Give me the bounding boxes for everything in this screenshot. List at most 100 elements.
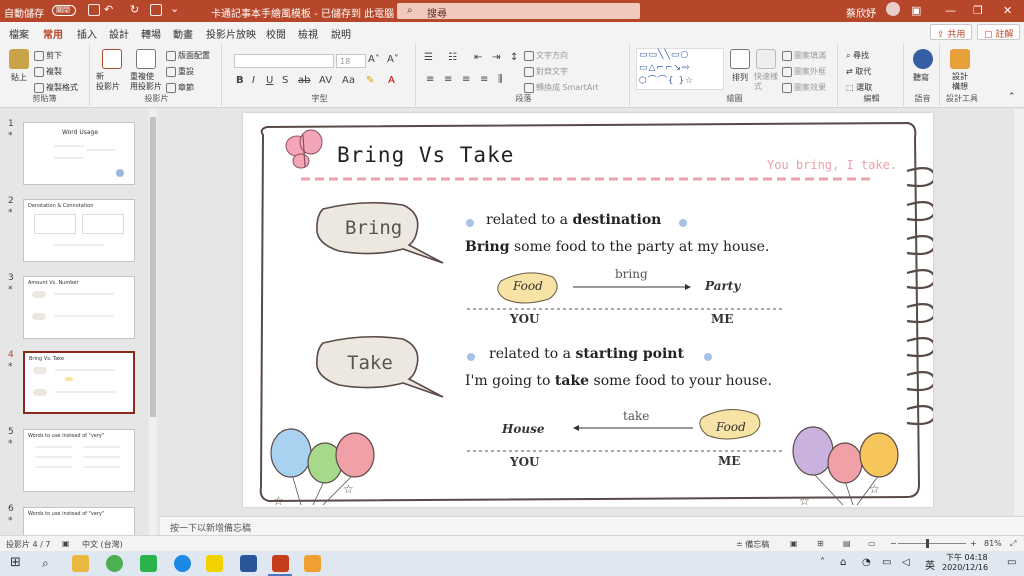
kakaotalk-icon[interactable] (206, 555, 223, 572)
tab-file[interactable]: 檔案 (9, 26, 29, 41)
file-explorer-icon[interactable] (72, 555, 89, 572)
battery-icon[interactable]: ▭ (882, 557, 891, 568)
tab-help[interactable]: 說明 (331, 26, 351, 41)
numbering-icon[interactable]: ☷ (448, 52, 457, 63)
paste-button[interactable]: 貼上 (11, 72, 27, 83)
autosave-toggle[interactable]: 關閉 (52, 5, 76, 16)
find-button[interactable]: ⌕ 尋找 (846, 50, 869, 61)
zoom-slider-thumb[interactable] (926, 539, 929, 548)
share-button[interactable]: ⇪ 共用 (930, 24, 973, 40)
thumbnail-slide-3[interactable]: Amount Vs. Number (23, 276, 135, 339)
reuse-slides-button[interactable]: 重複使 用投影片 (130, 72, 162, 92)
user-name[interactable]: 蔡欣妤 (846, 5, 876, 20)
windows-start-icon[interactable]: ⊞ (10, 555, 21, 570)
thumbnail-scrollbar[interactable] (149, 109, 157, 535)
char-spacing-icon[interactable]: AV (319, 75, 332, 86)
arrange-icon[interactable] (730, 49, 750, 69)
fit-slide-icon[interactable]: ⤢ (1010, 539, 1016, 549)
bring-point[interactable]: related to a destination (486, 212, 661, 228)
section-button[interactable]: 章節 (166, 82, 194, 93)
font-name-box[interactable] (234, 54, 334, 68)
network-icon[interactable]: ⌂ (840, 557, 846, 568)
reset-button[interactable]: 重設 (166, 66, 194, 77)
notification-icon[interactable]: ▭ (1007, 557, 1016, 568)
ime-indicator[interactable]: 英 (925, 557, 935, 572)
thumbnail-slide-1[interactable]: Word Usage (23, 122, 135, 185)
comments-button[interactable]: ▢ 註解 (977, 24, 1021, 40)
bring-sentence[interactable]: Bring some food to the party at my house… (465, 239, 769, 255)
edge-icon[interactable] (174, 555, 191, 572)
redo-icon[interactable]: ↻ (130, 3, 139, 16)
strikethrough-icon[interactable]: ab (298, 75, 310, 86)
clock-time[interactable]: 下午 04:18 (946, 552, 988, 563)
microphone-icon[interactable] (913, 49, 933, 69)
zoom-level[interactable]: 81% (984, 539, 1002, 548)
slide-scrollbar[interactable] (1014, 109, 1024, 516)
save-icon[interactable] (88, 4, 100, 16)
format-painter-button[interactable]: 複製格式 (34, 82, 78, 93)
slideshow-icon[interactable]: ▭ (868, 539, 876, 548)
chrome-icon[interactable] (106, 555, 123, 572)
zoom-out-icon[interactable]: − (890, 539, 897, 548)
columns-icon[interactable]: ⫼ (498, 74, 503, 85)
powerpoint-icon[interactable] (272, 555, 289, 572)
font-color-icon[interactable]: A (388, 75, 395, 86)
thumbnail-slide-5[interactable]: Words to use instead of "very" (23, 429, 135, 492)
layout-button[interactable]: 版面配置 (166, 50, 210, 61)
align-left-icon[interactable]: ≡ (426, 74, 434, 85)
accessibility-icon[interactable]: ▣ (62, 539, 70, 548)
cut-button[interactable]: 剪下 (34, 50, 62, 61)
dictate-button[interactable]: 聽寫 (913, 72, 929, 83)
bring-bubble-label[interactable]: Bring (345, 217, 402, 239)
decrease-indent-icon[interactable]: ⇤ (474, 52, 482, 63)
reuse-slides-icon[interactable] (136, 49, 156, 69)
increase-indent-icon[interactable]: ⇥ (492, 52, 500, 63)
quick-styles-button[interactable]: 快速樣 式 (754, 72, 778, 92)
slide-sorter-icon[interactable]: ⊞ (817, 539, 824, 548)
copy-button[interactable]: 複製 (34, 66, 62, 77)
ribbon-display-icon[interactable]: ▣ (911, 4, 921, 17)
zoom-slider[interactable] (898, 543, 966, 544)
tab-view[interactable]: 檢視 (298, 26, 318, 41)
take-point[interactable]: related to a starting point (489, 346, 684, 362)
arrange-button[interactable]: 排列 (732, 72, 748, 83)
undo-icon[interactable]: ↶ (104, 3, 113, 16)
font-size-box[interactable]: 18 (336, 54, 366, 68)
shapes-gallery[interactable]: ▭▭╲╲▭○ ▭△⌐⌐↘⇨ ⬡⌒⌒{ }☆ (636, 48, 724, 90)
grow-font-icon[interactable]: A˄ (368, 54, 380, 65)
shrink-font-icon[interactable]: A˅ (387, 54, 399, 65)
restore-icon[interactable]: ❐ (973, 4, 983, 17)
notes-toggle[interactable]: ≐ 備忘稿 (736, 539, 769, 550)
design-ideas-icon[interactable] (950, 49, 970, 69)
align-right-icon[interactable]: ≡ (462, 74, 470, 85)
tab-review[interactable]: 校閱 (266, 26, 286, 41)
zoom-in-icon[interactable]: + (970, 539, 977, 548)
close-icon[interactable]: ✕ (1003, 4, 1012, 17)
highlight-icon[interactable]: ✎ (366, 75, 374, 86)
slide-canvas[interactable]: ☆ ☆ ☆ ☆ Bring Vs Take You bring, I take.… (243, 113, 933, 507)
scrollbar-thumb[interactable] (150, 117, 156, 417)
paste-icon[interactable] (9, 49, 29, 69)
text-direction-button[interactable]: 文字方向 (524, 50, 568, 61)
slide-subtitle[interactable]: You bring, I take. (767, 158, 897, 172)
tab-slideshow[interactable]: 投影片放映 (206, 26, 256, 41)
normal-view-icon[interactable]: ▣ (790, 539, 798, 548)
present-icon[interactable] (150, 4, 162, 16)
shape-outline-button[interactable]: 圖案外框 (782, 66, 826, 77)
take-sentence[interactable]: I'm going to take some food to your hous… (465, 373, 772, 389)
tray-chevron-icon[interactable]: ˄ (820, 557, 825, 568)
align-text-button[interactable]: 對齊文字 (524, 66, 568, 77)
tab-design[interactable]: 設計 (109, 26, 129, 41)
clock-date[interactable]: 2020/12/16 (942, 563, 988, 572)
select-button[interactable]: ⬚ 選取 (846, 82, 872, 93)
thumbnail-slide-4[interactable]: Bring Vs. Take (23, 351, 135, 414)
avatar[interactable] (886, 2, 900, 16)
reading-view-icon[interactable]: ▤ (843, 539, 851, 548)
change-case-icon[interactable]: Aa (342, 75, 355, 86)
smartart-button[interactable]: 轉換成 SmartArt (524, 82, 599, 93)
bullets-icon[interactable]: ☰ (424, 52, 433, 63)
shape-effects-button[interactable]: 圖案效果 (782, 82, 826, 93)
bold-icon[interactable]: B (236, 75, 244, 86)
thumbnail-slide-6[interactable]: Words to use instead of "very" (23, 507, 135, 535)
language-status[interactable]: 中文 (台灣) (82, 539, 123, 550)
